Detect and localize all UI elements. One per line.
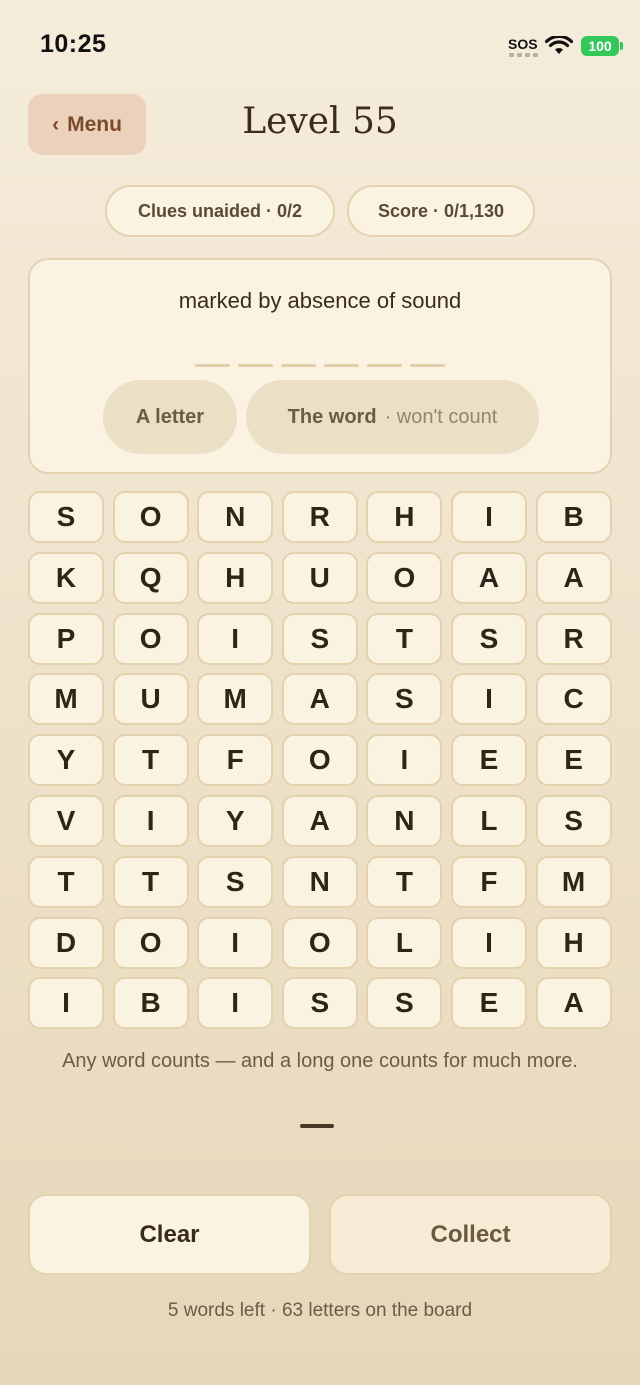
letter-tile[interactable]: E <box>450 977 527 1030</box>
letter-tile[interactable]: O <box>281 916 358 969</box>
letter-tile[interactable]: O <box>366 551 443 604</box>
clear-button[interactable]: Clear <box>28 1194 311 1275</box>
answer-blank <box>238 364 273 367</box>
letter-tile[interactable]: N <box>197 491 274 543</box>
letter-tile[interactable]: U <box>281 551 358 604</box>
letter-tile[interactable]: S <box>197 855 274 908</box>
letter-tile[interactable]: T <box>366 855 443 908</box>
reveal-letter-label: A letter <box>135 405 205 428</box>
letter-tile[interactable]: M <box>197 673 274 726</box>
letter-tile[interactable]: Y <box>197 794 274 847</box>
answer-blank <box>195 364 230 367</box>
battery-icon: 100 <box>581 36 623 56</box>
letter-tile[interactable]: T <box>366 612 443 665</box>
letter-tile[interactable]: D <box>28 916 104 969</box>
letter-tile[interactable]: I <box>197 977 274 1030</box>
letter-tile[interactable]: O <box>112 491 189 543</box>
letter-tile[interactable]: T <box>112 855 189 908</box>
letter-tile[interactable]: T <box>112 734 189 787</box>
sos-indicator: SOS <box>508 36 538 52</box>
letter-tile[interactable]: A <box>281 673 358 726</box>
letter-tile[interactable]: A <box>281 794 358 847</box>
answer-blank <box>281 364 316 367</box>
reveal-letter-button[interactable]: A letter <box>103 380 237 454</box>
wifi-icon <box>545 36 573 54</box>
letter-tile[interactable]: M <box>535 855 612 908</box>
board-status: 5 words left · 63 letters on the board <box>167 1300 473 1321</box>
letter-tile[interactable]: Y <box>28 734 104 787</box>
letter-tile[interactable]: B <box>112 977 189 1030</box>
letter-tile[interactable]: I <box>450 491 527 543</box>
clue-text: marked by absence of sound <box>178 288 462 313</box>
current-word-indicator <box>300 1124 334 1128</box>
letter-tile[interactable]: R <box>535 612 612 665</box>
letter-grid: SONRHIBKQHUOAAPOISTSRMUMASICYTFOIEEVIYAN… <box>28 491 612 1030</box>
letter-tile[interactable]: V <box>28 794 104 847</box>
letter-tile[interactable]: O <box>112 612 189 665</box>
letter-tile[interactable]: N <box>281 855 358 908</box>
score-badge: Score · 0/1,130 <box>347 185 535 237</box>
reveal-word-note: · won't count <box>384 405 498 428</box>
clue-card: marked by absence of sound A letter The … <box>28 258 612 474</box>
letter-tile[interactable]: F <box>197 734 274 787</box>
letter-tile[interactable]: A <box>450 551 527 604</box>
letter-tile[interactable]: I <box>450 916 527 969</box>
clues-unaided-badge: Clues unaided · 0/2 <box>105 185 335 237</box>
collect-button[interactable]: Collect <box>329 1194 612 1275</box>
letter-tile[interactable]: I <box>112 794 189 847</box>
letter-tile[interactable]: E <box>535 734 612 787</box>
letter-tile[interactable]: S <box>450 612 527 665</box>
chevron-left-icon: ‹ <box>52 112 60 136</box>
letter-tile[interactable]: A <box>535 551 612 604</box>
letter-tile[interactable]: L <box>366 916 443 969</box>
letter-tile[interactable]: I <box>450 673 527 726</box>
status-bar: 10:25 SOS 100 <box>0 0 640 92</box>
letter-tile[interactable]: R <box>281 491 358 543</box>
letter-tile[interactable]: M <box>28 673 104 726</box>
reveal-word-button[interactable]: The word · won't count <box>246 380 539 454</box>
letter-tile[interactable]: I <box>28 977 104 1030</box>
answer-blanks <box>30 364 610 367</box>
letter-tile[interactable]: S <box>28 491 104 543</box>
letter-tile[interactable]: H <box>366 491 443 543</box>
letter-tile[interactable]: Q <box>112 551 189 604</box>
answer-blank <box>324 364 359 367</box>
reveal-word-label: The word <box>287 405 377 428</box>
letter-tile[interactable]: F <box>450 855 527 908</box>
letter-tile[interactable]: P <box>28 612 104 665</box>
letter-tile[interactable]: O <box>112 916 189 969</box>
letter-tile[interactable]: S <box>281 977 358 1030</box>
letter-tile[interactable]: H <box>535 916 612 969</box>
letter-tile[interactable]: K <box>28 551 104 604</box>
letter-tile[interactable]: O <box>281 734 358 787</box>
letter-tile[interactable]: S <box>366 977 443 1030</box>
letter-tile[interactable]: S <box>281 612 358 665</box>
letter-tile[interactable]: S <box>366 673 443 726</box>
scoring-hint: Any word counts — and a long one counts … <box>62 1050 578 1072</box>
letter-tile[interactable]: I <box>366 734 443 787</box>
menu-label: Menu <box>67 112 122 136</box>
signal-icon <box>509 53 538 57</box>
letter-tile[interactable]: L <box>450 794 527 847</box>
letter-tile[interactable]: N <box>366 794 443 847</box>
status-time: 10:25 <box>40 30 107 58</box>
letter-tile[interactable]: I <box>197 916 274 969</box>
letter-tile[interactable]: U <box>112 673 189 726</box>
letter-tile[interactable]: E <box>450 734 527 787</box>
letter-tile[interactable]: T <box>28 855 104 908</box>
letter-tile[interactable]: A <box>535 977 612 1030</box>
letter-tile[interactable]: S <box>535 794 612 847</box>
letter-tile[interactable]: H <box>197 551 274 604</box>
answer-blank <box>410 364 445 367</box>
answer-blank <box>367 364 402 367</box>
letter-tile[interactable]: C <box>535 673 612 726</box>
letter-tile[interactable]: I <box>197 612 274 665</box>
menu-button[interactable]: ‹ Menu <box>28 94 146 155</box>
letter-tile[interactable]: B <box>535 491 612 543</box>
